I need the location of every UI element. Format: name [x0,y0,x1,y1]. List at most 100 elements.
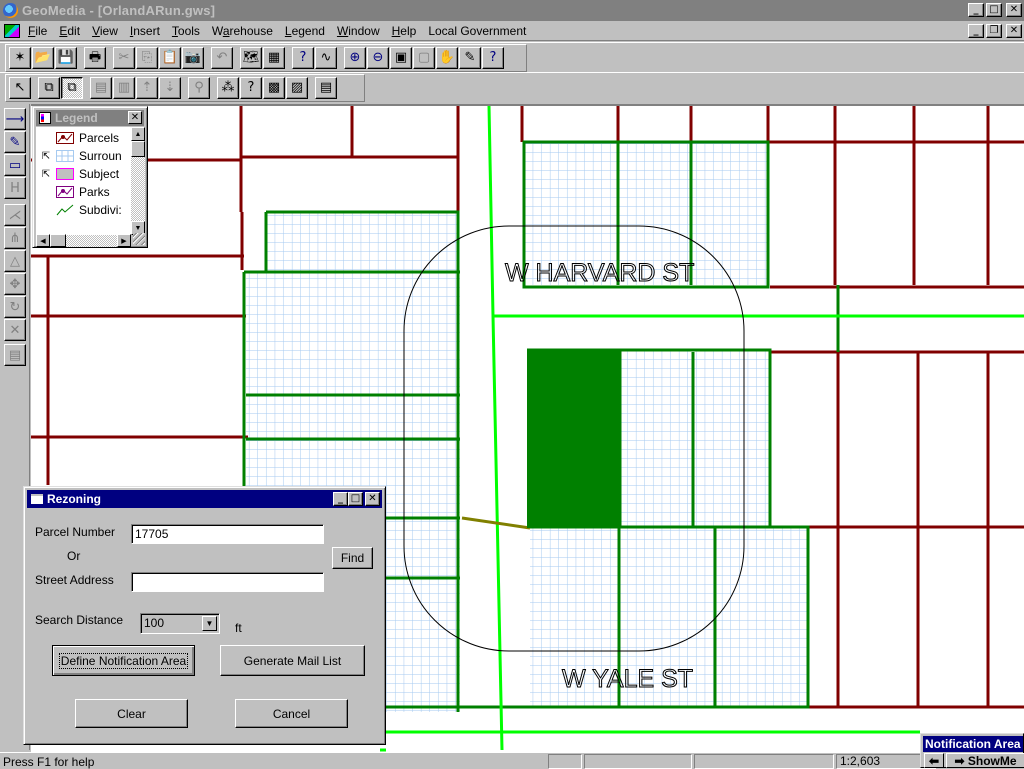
menu-help[interactable]: Help [392,24,417,38]
insert-line-button[interactable]: ⟶ [4,108,26,130]
legend-close-button[interactable]: ✕ [128,111,142,124]
resize-grip[interactable] [133,233,145,245]
insert-point-button[interactable]: ▨ [286,76,308,99]
menu-view[interactable]: View [92,24,118,38]
new-data-window-button[interactable]: ▦ [263,46,285,69]
new-geoworkspace-button[interactable]: ✶ [9,46,31,69]
parcel-number-input[interactable] [131,524,324,544]
menu-window[interactable]: Window [337,24,380,38]
refresh-button[interactable]: ✎ [459,46,481,69]
cut-button[interactable]: ✂ [113,46,135,69]
insert-feature-button[interactable]: ⁂ [217,76,239,99]
minimize-button[interactable]: _ [968,3,984,17]
menu-file[interactable]: File [28,24,47,38]
insert-label-button[interactable]: ▭ [4,154,26,176]
paste-button[interactable]: 📋 [159,46,181,69]
digitize-button[interactable]: ⋌ [4,204,26,226]
menu-local-government[interactable]: Local Government [428,24,526,38]
menu-legend[interactable]: Legend [285,24,325,38]
legend-entry[interactable]: Parcels [36,129,119,147]
dropdown-arrow-icon[interactable]: ▼ [202,616,217,631]
properties-button[interactable]: ▤ [315,76,337,99]
help-button[interactable]: ? [482,46,504,69]
legend-window[interactable]: Legend ✕ Parcels ⇱ Surroun ⇱ Subject Parks Sub… [32,106,148,248]
menu-tools[interactable]: Tools [172,24,200,38]
scroll-h-thumb[interactable] [50,234,66,247]
select-button[interactable]: ↖ [9,76,31,99]
map-window-icon[interactable] [4,23,20,38]
street-address-input[interactable] [131,572,324,592]
print-button[interactable]: 🖶 [84,46,106,69]
dialog-minimize-button[interactable]: _ [333,492,348,506]
save-geoworkspace-button[interactable]: 💾 [55,46,77,69]
move-up-button[interactable]: ⇡ [136,76,158,99]
cancel-button[interactable]: Cancel [235,699,348,728]
insert-area-button[interactable]: ▩ [263,76,285,99]
menu-insert[interactable]: Insert [130,24,160,38]
dialog-title-bar[interactable]: Rezoning _ □ ✕ [27,490,382,508]
legend-horizontal-scrollbar[interactable]: ◀ ▶ [36,234,131,247]
rotate-icon: ↻ [9,299,21,315]
insert-text-button[interactable]: ? [240,76,262,99]
scroll-thumb[interactable] [131,141,145,157]
select-set-icon: ⧉ [44,80,54,95]
move-down-button[interactable]: ⇣ [159,76,181,99]
close-button[interactable]: ✕ [1006,3,1022,17]
legend-vertical-scrollbar[interactable]: ▲ ▼ [131,127,145,235]
geomedia-app-icon[interactable] [3,3,18,18]
new-map-window-button[interactable]: 🗺 [240,46,262,69]
select-set-button[interactable]: ⧉ [38,76,60,99]
scroll-right-button[interactable]: ▶ [117,234,131,247]
dialog-close-button[interactable]: ✕ [365,492,380,506]
legend-entry[interactable]: ⇱ Surroun [36,147,122,165]
generate-mail-list-button[interactable]: Generate Mail List [220,645,365,676]
notification-area-window[interactable]: Notification Area ⬅ ➡ ShowMe [920,733,1024,768]
define-notification-area-button[interactable]: Define Notification Area [52,645,195,676]
pan-button[interactable]: ✋ [436,46,458,69]
copy-button[interactable]: ⎘ [136,46,158,69]
showme-button[interactable]: ➡ ShowMe [946,753,1024,768]
menu-warehouse[interactable]: Warehouse [212,24,273,38]
data-window-1-button[interactable]: ▤ [90,76,112,99]
find-button[interactable]: Find [332,547,373,569]
zoom-in-button[interactable]: ⊕ [344,46,366,69]
fit-all-button[interactable]: ▣ [390,46,412,69]
clear-button[interactable]: Clear [75,699,188,728]
pan-icon: ✋ [438,50,456,65]
fit-all-icon: ▣ [394,50,408,65]
search-distance-select[interactable]: 100 ▼ [140,613,220,634]
legend-entry[interactable]: Parks [36,183,110,201]
scroll-up-button[interactable]: ▲ [131,127,145,141]
edit-attribute-button[interactable]: ✎ [4,131,26,153]
maximize-button[interactable]: □ [986,3,1002,17]
zoom-out-button[interactable]: ⊖ [367,46,389,69]
menu-edit[interactable]: Edit [59,24,80,38]
whats-this-button[interactable]: ? [292,46,314,69]
hatch-button[interactable]: H [4,177,26,199]
dialog-maximize-button[interactable]: □ [348,492,363,506]
move-button[interactable]: ✥ [4,273,26,295]
select-set-pressed-button[interactable]: ⧉ [61,76,83,99]
split-button[interactable]: ⋔ [4,227,26,249]
rotate-button[interactable]: ↻ [4,296,26,318]
legend-symbol-line-icon [56,132,74,144]
fit-selected-button[interactable]: ▢ [413,46,435,69]
continue-geometry-button[interactable]: △ [4,250,26,272]
doc-restore-button[interactable]: ❐ [986,24,1002,38]
rezoning-dialog[interactable]: Rezoning _ □ ✕ Parcel Number Or Find Str… [23,486,386,745]
attribute-query-button[interactable]: ⚲ [188,76,210,99]
copy-map-image-button[interactable]: 📷 [182,46,204,69]
legend-title-bar[interactable]: Legend ✕ [36,110,144,126]
scroll-left-button[interactable]: ◀ [36,234,50,247]
undo-button[interactable]: ↶ [211,46,233,69]
open-geoworkspace-button[interactable]: 📂 [32,46,54,69]
delete-button[interactable]: ✕ [4,319,26,341]
select-tool-button[interactable]: ∿ [315,46,337,69]
doc-close-button[interactable]: ✕ [1006,24,1022,38]
feature-properties-button[interactable]: ▤ [4,344,26,366]
doc-minimize-button[interactable]: _ [968,24,984,38]
legend-entry[interactable]: Subdivi: [36,201,122,219]
legend-entry[interactable]: ⇱ Subject [36,165,119,183]
data-window-2-button[interactable]: ▥ [113,76,135,99]
back-button[interactable]: ⬅ [924,753,944,768]
